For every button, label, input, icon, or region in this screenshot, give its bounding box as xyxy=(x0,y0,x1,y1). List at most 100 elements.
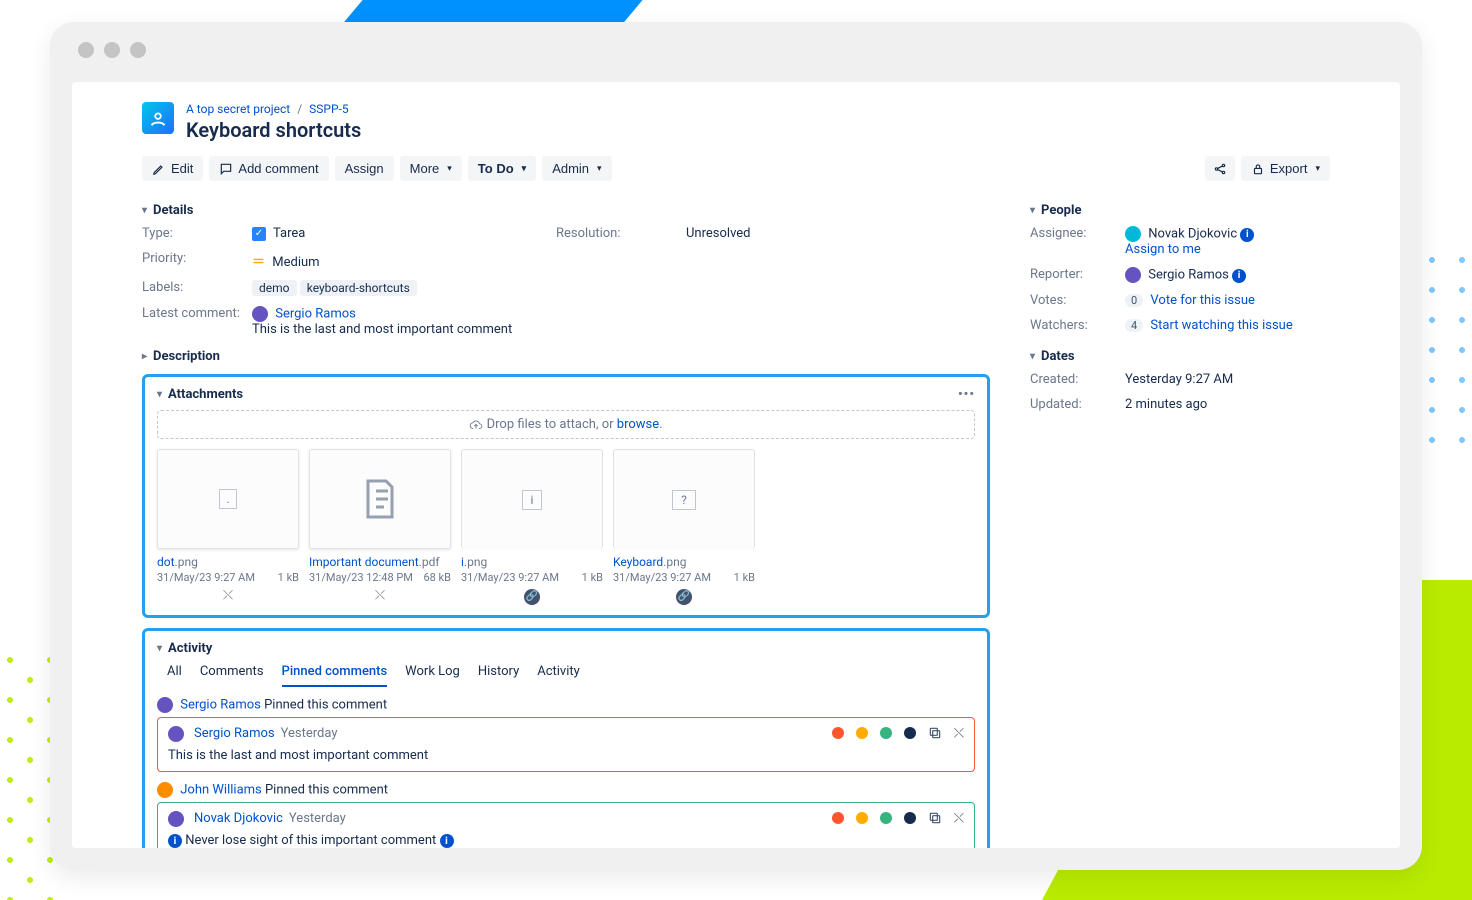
activity-header[interactable]: ▾ Activity xyxy=(157,641,975,656)
app-viewport: A top secret project / SSPP-5 Keyboard s… xyxy=(72,82,1400,848)
tab-all[interactable]: All xyxy=(167,664,182,687)
unlink-icon[interactable]: ⤬ xyxy=(375,588,385,603)
toolbar: Edit Add comment Assign More To Do Admin… xyxy=(142,156,1330,181)
activity-panel: ▾ Activity All Comments Pinned comments … xyxy=(142,628,990,849)
color-dot-red[interactable] xyxy=(832,812,844,824)
attachment-name: Keyboard.png xyxy=(613,555,755,569)
browse-link[interactable]: browse xyxy=(617,417,659,432)
attachment-card[interactable]: Important document.pdf 31/May/23 12:48 P… xyxy=(309,449,451,605)
unlink-icon[interactable]: ⤬ xyxy=(223,588,233,603)
votes-value: 0 Vote for this issue xyxy=(1125,293,1330,308)
attachments-header[interactable]: ▾ Attachments ••• xyxy=(157,387,975,402)
status-button[interactable]: To Do xyxy=(468,156,536,181)
export-button[interactable]: Export xyxy=(1241,156,1330,181)
labels-label: Labels: xyxy=(142,280,252,296)
label-chip[interactable]: demo xyxy=(252,280,297,296)
unpin-icon[interactable]: ⤬ xyxy=(954,726,964,741)
window-dot xyxy=(78,42,94,58)
upload-cloud-icon xyxy=(469,418,483,432)
more-button[interactable]: More xyxy=(400,156,462,181)
chevron-down-icon: ▾ xyxy=(157,389,162,400)
latest-comment-value: Sergio Ramos This is the last and most i… xyxy=(252,306,990,337)
share-button[interactable] xyxy=(1205,156,1235,181)
comment-time: Yesterday xyxy=(281,726,338,741)
label-chip[interactable]: keyboard-shortcuts xyxy=(300,280,417,296)
people-header[interactable]: ▾ People xyxy=(1030,203,1330,218)
vote-link[interactable]: Vote for this issue xyxy=(1150,293,1254,308)
color-dot-green[interactable] xyxy=(880,812,892,824)
breadcrumb-project-link[interactable]: A top secret project xyxy=(186,102,290,116)
color-dot-yellow[interactable] xyxy=(856,812,868,824)
comment-icon xyxy=(219,162,233,176)
info-icon[interactable]: i xyxy=(1240,228,1254,242)
votes-label: Votes: xyxy=(1030,293,1125,308)
window-controls xyxy=(50,22,1422,78)
attachment-date: 31/May/23 9:27 AM xyxy=(613,571,711,584)
comment-actions: ⤬ xyxy=(832,811,964,826)
add-comment-button[interactable]: Add comment xyxy=(209,156,328,181)
comment-body: i Never lose sight of this important com… xyxy=(168,833,964,849)
created-value: Yesterday 9:27 AM xyxy=(1125,372,1330,387)
updated-label: Updated: xyxy=(1030,397,1125,412)
link-badge-icon: 🔗 xyxy=(524,589,540,605)
info-icon: i xyxy=(440,834,454,848)
dates-header[interactable]: ▾ Dates xyxy=(1030,349,1330,364)
created-label: Created: xyxy=(1030,372,1125,387)
watch-link[interactable]: Start watching this issue xyxy=(1150,318,1292,333)
watchers-label: Watchers: xyxy=(1030,318,1125,333)
comment-body: This is the last and most important comm… xyxy=(168,748,964,763)
attachment-size: 1 kB xyxy=(582,571,603,584)
breadcrumb-sep: / xyxy=(297,102,302,116)
dropzone[interactable]: Drop files to attach, or browse. xyxy=(157,410,975,439)
details-header[interactable]: ▾ Details xyxy=(142,203,990,218)
votes-count: 0 xyxy=(1125,294,1143,307)
user-link[interactable]: Sergio Ramos xyxy=(194,726,275,741)
attachment-card[interactable]: ? Keyboard.png 31/May/23 9:27 AM1 kB 🔗 xyxy=(613,449,755,605)
user-link[interactable]: Novak Djokovic xyxy=(194,811,283,826)
color-dot-dark[interactable] xyxy=(904,812,916,824)
attachment-thumb: . xyxy=(157,449,299,549)
tab-activity[interactable]: Activity xyxy=(537,664,580,687)
attachment-card[interactable]: i i.png 31/May/23 9:27 AM1 kB 🔗 xyxy=(461,449,603,605)
document-icon xyxy=(356,475,404,523)
assignee-label: Assignee: xyxy=(1030,226,1125,257)
attachment-card[interactable]: . dot.png 31/May/23 9:27 AM1 kB ⤬ xyxy=(157,449,299,605)
resolution-label: Resolution: xyxy=(556,226,686,241)
tab-worklog[interactable]: Work Log xyxy=(405,664,460,687)
type-label: Type: xyxy=(142,226,252,241)
assign-button[interactable]: Assign xyxy=(335,156,394,181)
tab-pinned-comments[interactable]: Pinned comments xyxy=(282,664,388,687)
unpin-icon[interactable]: ⤬ xyxy=(954,811,964,826)
color-dot-yellow[interactable] xyxy=(856,727,868,739)
resolution-value: Unresolved xyxy=(686,226,990,241)
lock-icon xyxy=(1251,162,1265,176)
attachment-thumb: i xyxy=(461,449,603,549)
chevron-down-icon: ▾ xyxy=(1030,205,1035,216)
description-header[interactable]: ▸ Description xyxy=(142,349,990,364)
assign-to-me-link[interactable]: Assign to me xyxy=(1125,242,1201,257)
tab-comments[interactable]: Comments xyxy=(200,664,264,687)
copy-icon[interactable] xyxy=(928,811,942,826)
breadcrumb-issue-link[interactable]: SSPP-5 xyxy=(309,102,348,116)
edit-button[interactable]: Edit xyxy=(142,156,203,181)
attachment-size: 1 kB xyxy=(734,571,755,584)
admin-button[interactable]: Admin xyxy=(542,156,611,181)
user-link[interactable]: Sergio Ramos xyxy=(275,306,356,321)
pinned-by-line: John Williams Pinned this comment xyxy=(157,782,975,798)
assignee-value: Novak Djokovic i Assign to me xyxy=(1125,226,1330,257)
comment-actions: ⤬ xyxy=(832,726,964,741)
avatar xyxy=(252,306,268,322)
info-icon[interactable]: i xyxy=(1232,269,1246,283)
attachments-panel: ▾ Attachments ••• Drop files to attach, … xyxy=(142,374,990,618)
attachments-more-button[interactable]: ••• xyxy=(958,387,975,402)
priority-medium-icon: ＝ xyxy=(252,255,265,270)
color-dot-red[interactable] xyxy=(832,727,844,739)
user-link[interactable]: John Williams xyxy=(180,782,262,797)
color-dot-green[interactable] xyxy=(880,727,892,739)
copy-icon[interactable] xyxy=(928,726,942,741)
tab-history[interactable]: History xyxy=(478,664,519,687)
color-dot-dark[interactable] xyxy=(904,727,916,739)
user-link[interactable]: Sergio Ramos xyxy=(180,697,261,712)
attachment-size: 68 kB xyxy=(423,571,451,584)
info-icon: i xyxy=(168,834,182,848)
